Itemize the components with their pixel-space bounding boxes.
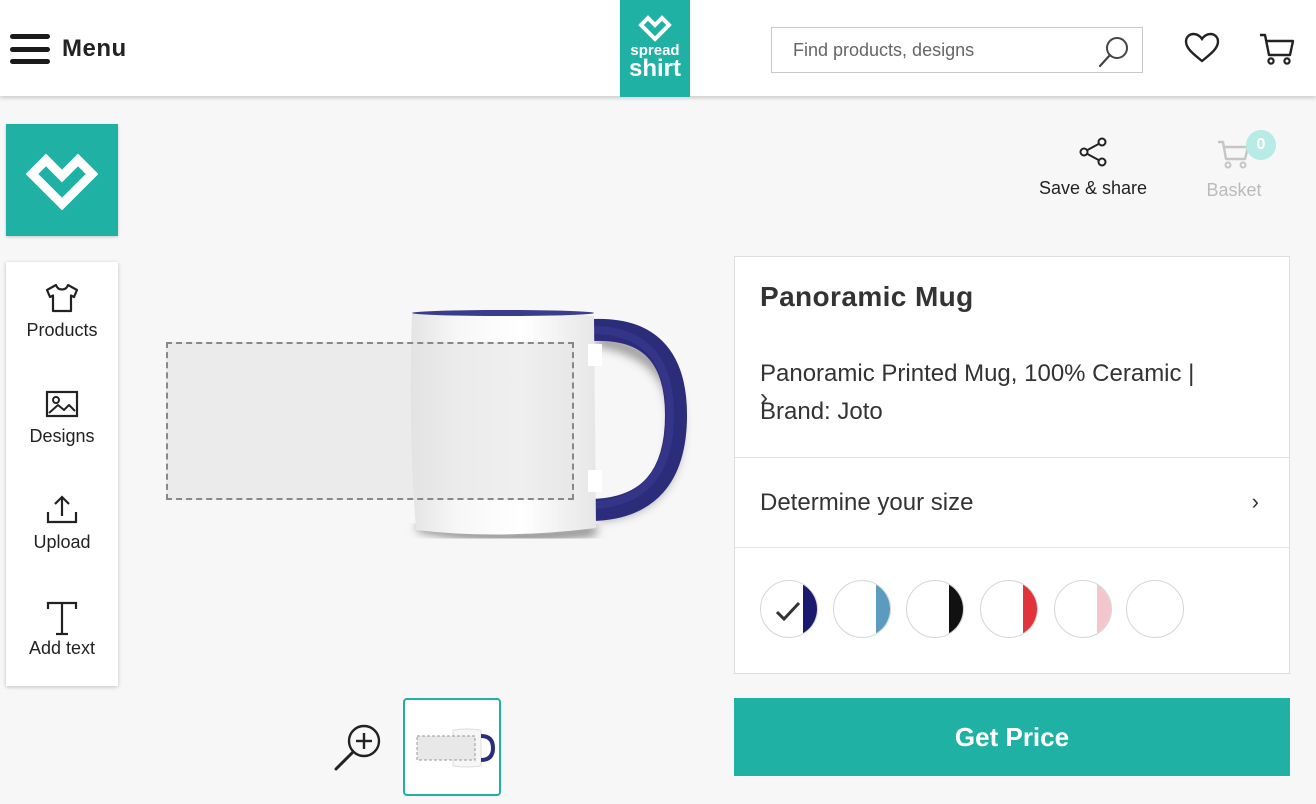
heart-logo-icon [638, 15, 672, 42]
color-swatch-black[interactable] [906, 580, 964, 638]
image-icon [45, 390, 79, 418]
sidebar-item-upload[interactable]: Upload [6, 476, 118, 576]
divider [735, 457, 1289, 458]
basket-button[interactable]: 0 Basket [1196, 130, 1276, 201]
wishlist-heart-icon[interactable] [1184, 32, 1220, 64]
sidebar-item-label: Add text [28, 638, 96, 658]
sidebar-item-label: Products [26, 320, 98, 340]
logo-text-shirt: shirt [628, 55, 681, 82]
sidebar-item-products[interactable]: Products [6, 264, 118, 364]
get-price-button[interactable]: Get Price [734, 698, 1290, 776]
sidebar-item-designs[interactable]: Designs [6, 370, 118, 470]
chevron-right-icon: › [760, 384, 768, 411]
menu-label: Menu [62, 35, 127, 62]
color-swatch-pink[interactable] [1054, 580, 1112, 638]
color-swatch-white[interactable] [1126, 580, 1184, 638]
sidebar-item-label: Upload [33, 532, 91, 552]
mug-thumbnail-image [416, 728, 496, 768]
zoom-in-icon[interactable] [332, 722, 384, 774]
sidebar-item-add-text[interactable]: Add text [6, 582, 118, 682]
upload-icon [46, 495, 78, 524]
size-selector[interactable]: Determine your size › [735, 459, 1289, 549]
search-icon[interactable] [1096, 34, 1132, 70]
hamburger-icon [10, 34, 50, 64]
product-title: Panoramic Mug [760, 281, 974, 312]
checkmark-icon [775, 601, 801, 621]
search-box [771, 27, 1143, 73]
color-swatch-navy[interactable] [760, 580, 818, 638]
color-swatch-red[interactable] [980, 580, 1038, 638]
save-share-label: Save & share [1038, 178, 1148, 198]
product-panel: Panoramic Mug Panoramic Printed Mug, 100… [734, 256, 1290, 674]
menu-button[interactable]: Menu [10, 32, 127, 66]
tshirt-icon [45, 283, 79, 313]
product-description-link[interactable]: Panoramic Printed Mug, 100% Ceramic | Br… [735, 353, 1289, 459]
spreadshirt-logo[interactable]: spread shirt [620, 0, 690, 97]
cart-icon[interactable] [1258, 31, 1296, 67]
basket-count-badge: 0 [1246, 130, 1276, 160]
chevron-right-icon: › [1251, 489, 1259, 514]
search-input[interactable] [793, 38, 1093, 62]
heart-logo-icon [26, 153, 98, 210]
print-area-box[interactable] [166, 342, 574, 500]
basket-label: Basket [1206, 180, 1262, 200]
color-swatch-light-blue[interactable] [833, 580, 891, 638]
sidebar-item-label: Designs [29, 426, 95, 446]
size-label: Determine your size [760, 489, 974, 516]
share-icon [1079, 137, 1107, 167]
divider [735, 547, 1289, 548]
tool-sidebar: Products Designs Upload Add text [6, 262, 118, 686]
designer-home-tile[interactable] [6, 124, 118, 236]
site-header: Menu spread shirt [0, 0, 1316, 97]
text-icon [46, 601, 78, 636]
view-thumbnail-front[interactable] [403, 698, 501, 796]
product-preview [150, 290, 710, 560]
save-share-button[interactable]: Save & share [1030, 136, 1156, 199]
